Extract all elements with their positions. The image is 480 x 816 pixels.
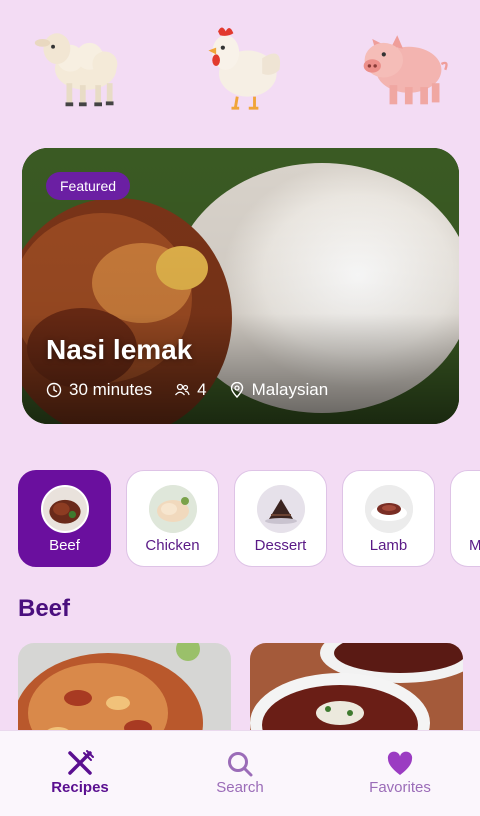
category-label: Dessert [254,537,307,554]
cuisine-text: Malaysian [251,380,329,399]
featured-badge: Featured [46,172,131,200]
featured-meta: 30 minutes 4 Malaysian [46,380,350,400]
chicken-icon[interactable] [195,14,291,114]
time-info: 30 minutes [46,380,152,400]
category-chicken-image [148,485,197,533]
location-pin-icon [230,382,243,398]
category-label: Chicken [145,537,200,554]
nav-favorites[interactable]: Favorites [320,731,480,816]
category-dessert[interactable]: Dessert [234,470,327,567]
cuisine-info: Malaysian [229,380,329,400]
search-icon [225,749,255,779]
category-more[interactable]: M [450,470,480,567]
featured-recipe-card[interactable]: Featured Nasi lemak 30 minutes 4 Malaysi… [22,148,459,424]
time-text: 30 minutes [69,380,153,399]
fork-knife-icon [65,749,95,779]
category-list: Beef Chicken Dessert Lamb M [18,470,480,567]
featured-title: Nasi lemak [46,334,193,365]
section-title: Beef [18,595,71,622]
nav-label: Search [216,779,264,796]
category-beef[interactable]: Beef [18,470,111,567]
pig-icon[interactable] [355,14,451,114]
category-chicken[interactable]: Chicken [126,470,219,567]
sheep-icon[interactable] [30,14,126,114]
people-icon [175,383,190,396]
category-lamb-image [364,485,413,533]
category-beef-image [40,485,89,533]
category-label: Lamb [369,537,408,554]
nav-recipes[interactable]: Recipes [0,731,160,816]
category-label: M [469,537,480,554]
nav-search[interactable]: Search [160,731,320,816]
nav-label: Recipes [51,779,109,796]
category-dessert-image [256,485,305,533]
bottom-navigation: Recipes Search Favorites [0,730,480,816]
servings-text: 4 [197,380,207,399]
category-label: Beef [49,537,80,554]
app-screen: Featured Nasi lemak 30 minutes 4 Malaysi… [0,0,480,816]
animal-row [0,14,480,124]
clock-icon [46,382,62,398]
category-lamb[interactable]: Lamb [342,470,435,567]
nav-label: Favorites [369,779,431,796]
servings-info: 4 [174,380,207,400]
heart-icon [385,749,415,779]
